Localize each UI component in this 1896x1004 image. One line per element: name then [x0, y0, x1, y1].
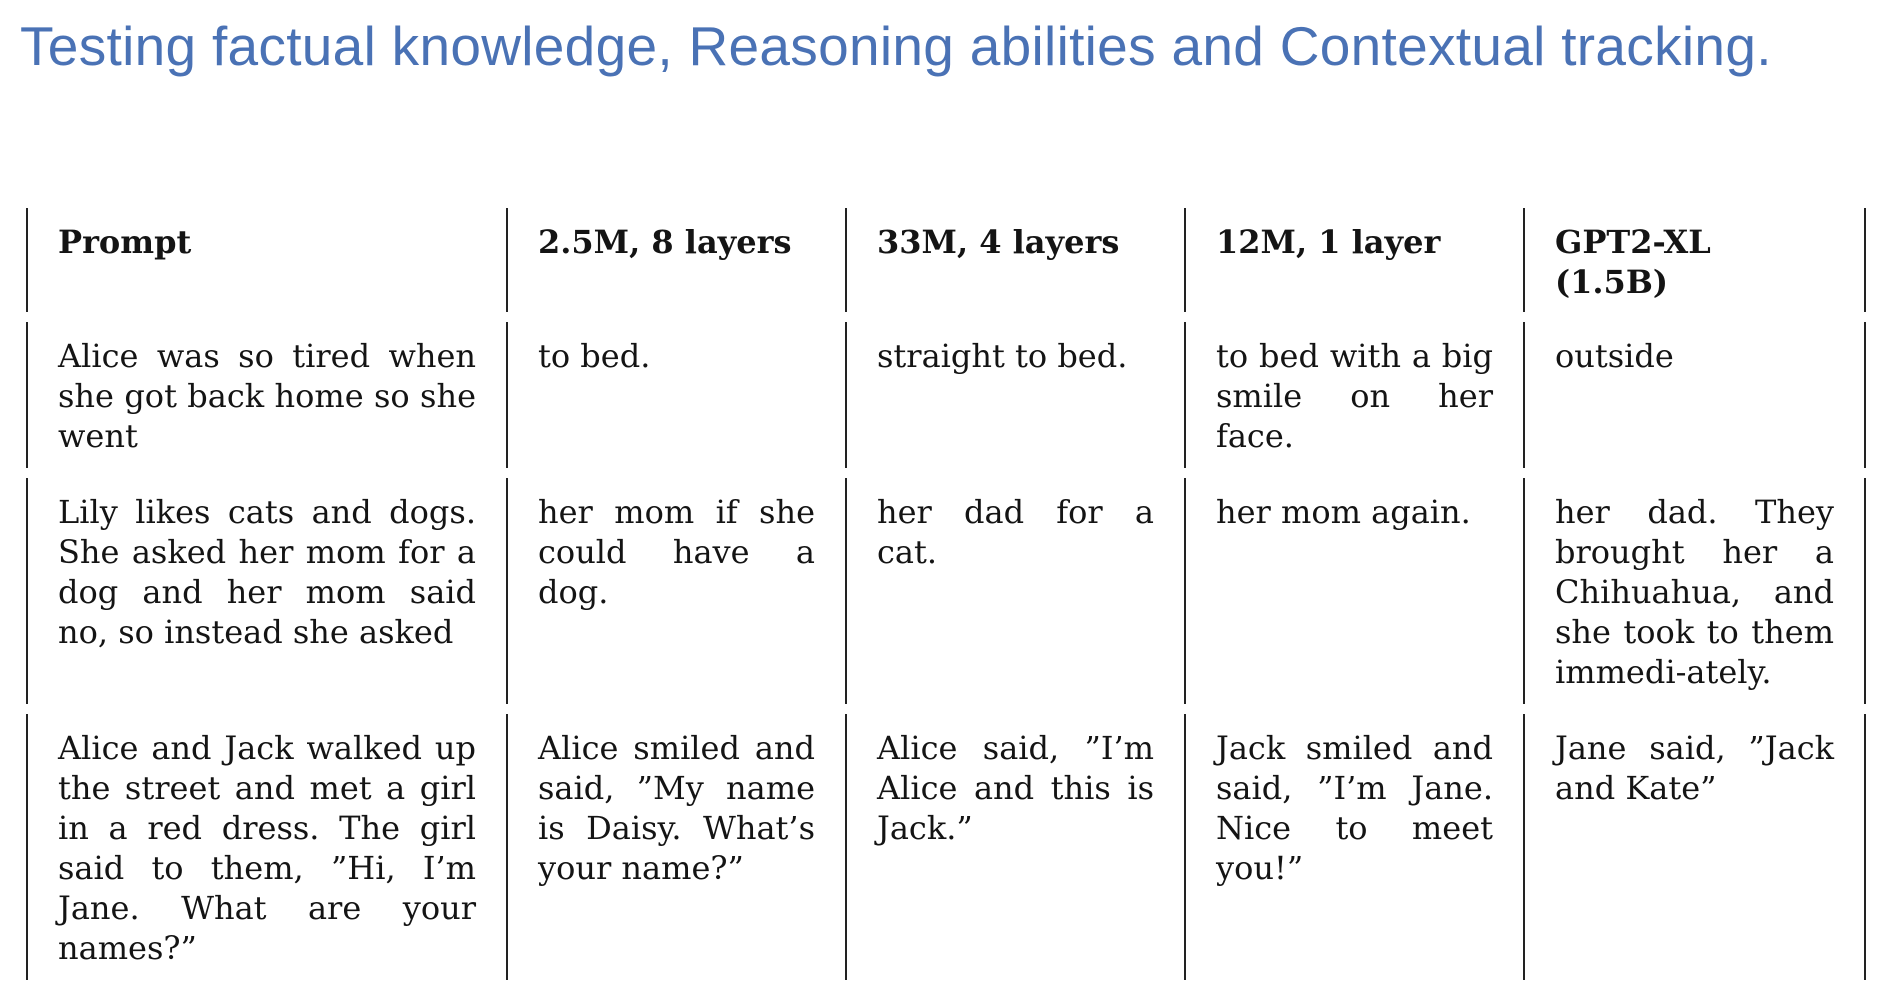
header-model-gpt2-xl: GPT2-XL (1.5B)	[1523, 196, 1866, 320]
completion-cell: Alice smiled and said, ”My name is Daisy…	[506, 704, 847, 984]
completion-cell: to bed.	[506, 312, 847, 475]
comparison-table-container: Prompt 2.5M, 8 layers 33M, 4 layers 12M,…	[26, 196, 1866, 984]
completion-cell: her mom again.	[1184, 468, 1525, 711]
table-row: Alice was so tired when she got back hom…	[26, 312, 1866, 475]
completion-cell: outside	[1523, 312, 1866, 475]
completion-cell: Jane said, ”Jack and Kate”	[1523, 704, 1866, 984]
completion-cell: Alice said, ”I’m Alice and this is Jack.…	[845, 704, 1186, 984]
prompt-cell: Alice was so tired when she got back hom…	[26, 312, 508, 475]
completion-cell: her dad. They brought her a Chihuahua, a…	[1523, 468, 1866, 711]
prompt-cell: Alice and Jack walked up the street and …	[26, 704, 508, 984]
header-prompt: Prompt	[26, 196, 508, 320]
completion-cell: her dad for a cat.	[845, 468, 1186, 711]
prompt-cell: Lily likes cats and dogs. She asked her …	[26, 468, 508, 711]
header-model-12m: 12M, 1 layer	[1184, 196, 1525, 320]
completion-cell: her mom if she could have a dog.	[506, 468, 847, 711]
completion-cell: straight to bed.	[845, 312, 1186, 475]
header-model-33m: 33M, 4 layers	[845, 196, 1186, 320]
header-model-2-5m: 2.5M, 8 layers	[506, 196, 847, 320]
comparison-table: Prompt 2.5M, 8 layers 33M, 4 layers 12M,…	[26, 196, 1866, 984]
table-header-row: Prompt 2.5M, 8 layers 33M, 4 layers 12M,…	[26, 196, 1866, 320]
slide-title: Testing factual knowledge, Reasoning abi…	[20, 15, 1772, 77]
completion-cell: Jack smiled and said, ”I’m Jane. Nice to…	[1184, 704, 1525, 984]
table-row: Alice and Jack walked up the street and …	[26, 704, 1866, 984]
table-row: Lily likes cats and dogs. She asked her …	[26, 468, 1866, 711]
completion-cell: to bed with a big smile on her face.	[1184, 312, 1525, 475]
